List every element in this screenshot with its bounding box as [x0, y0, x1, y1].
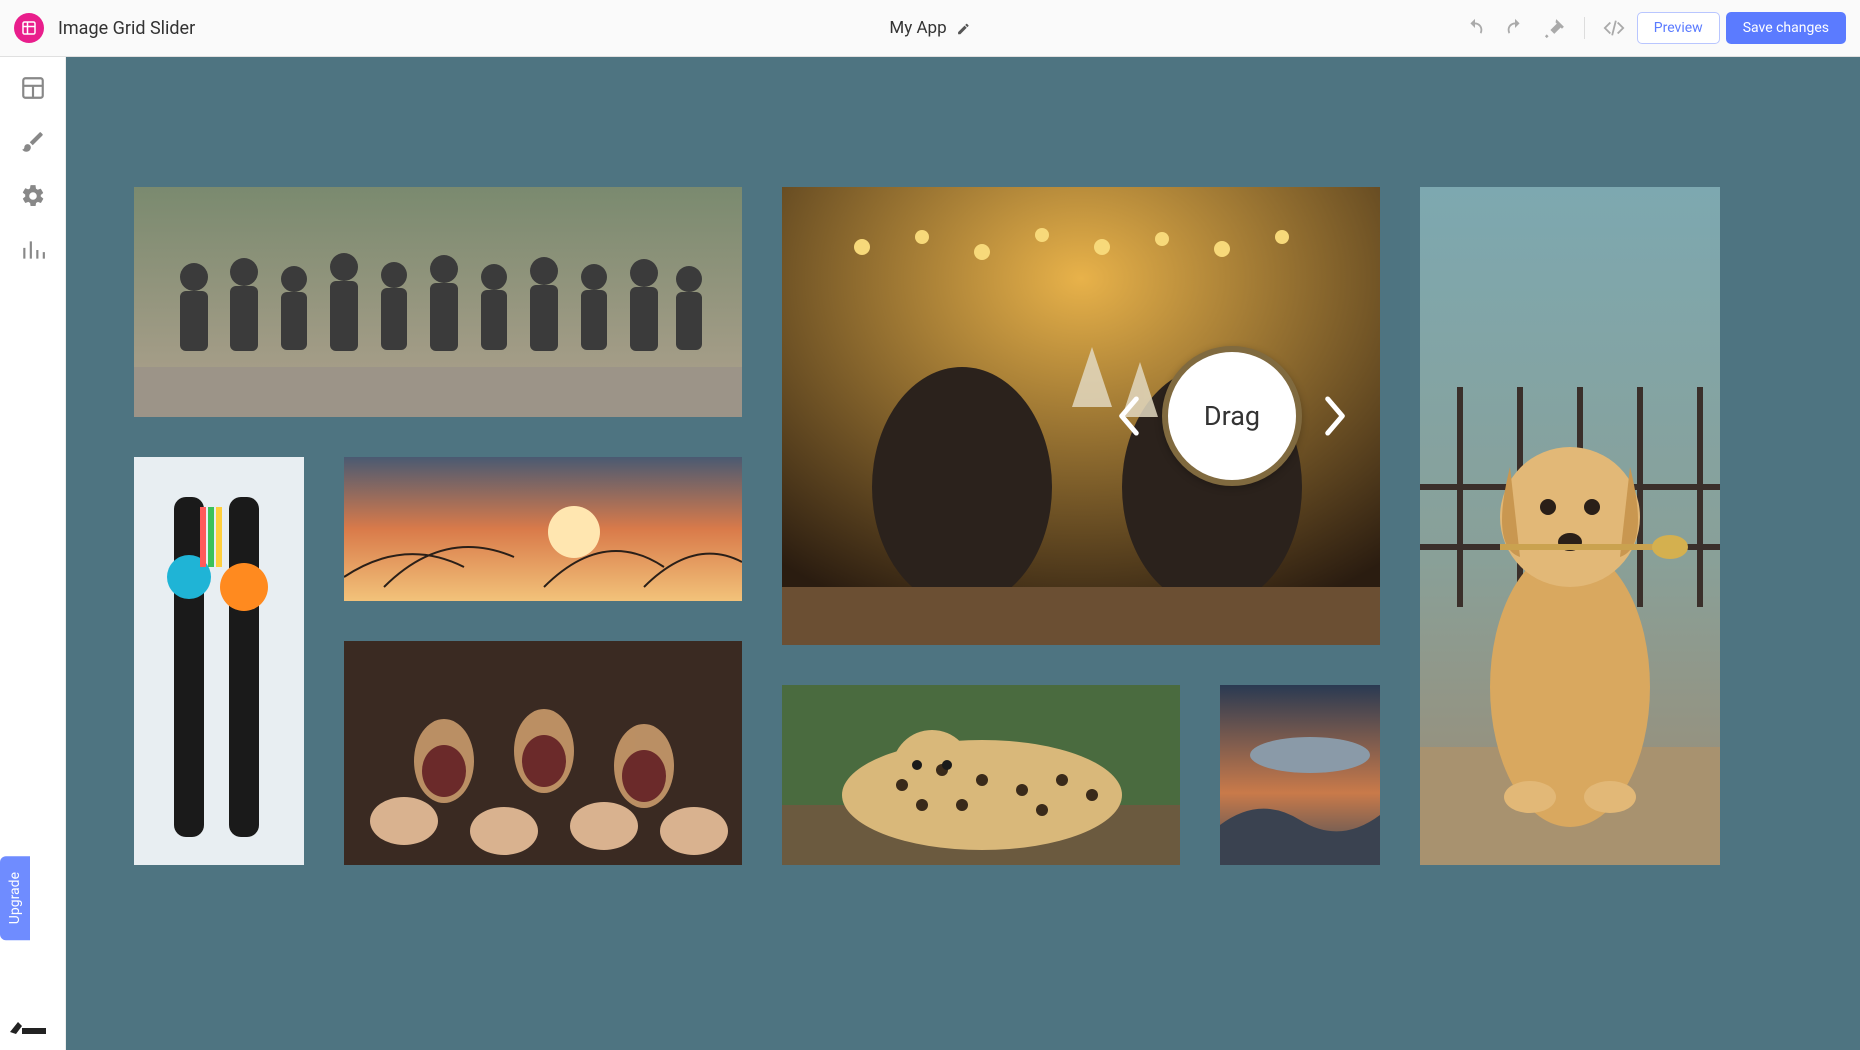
- app-name-wrap: My App: [889, 18, 970, 38]
- preview-button[interactable]: Preview: [1637, 12, 1720, 44]
- redo-icon[interactable]: [1498, 11, 1532, 45]
- grid-column-a: [134, 187, 742, 865]
- image-leopard[interactable]: [782, 685, 1180, 865]
- image-dinner-party[interactable]: Drag: [782, 187, 1380, 645]
- layout-icon[interactable]: [20, 75, 46, 101]
- topbar-actions: Preview Save changes: [1458, 11, 1846, 45]
- code-icon[interactable]: [1597, 11, 1631, 45]
- page-title: Image Grid Slider: [58, 18, 195, 39]
- app-name: My App: [889, 18, 946, 38]
- analytics-icon[interactable]: [20, 237, 46, 263]
- divider: [1584, 17, 1585, 39]
- image-group-photo[interactable]: [134, 187, 742, 417]
- chevron-left-icon[interactable]: [1114, 394, 1144, 438]
- hammer-icon[interactable]: [1538, 11, 1572, 45]
- canvas-area: Drag: [66, 57, 1860, 1050]
- image-skis-goggles[interactable]: [134, 457, 304, 865]
- brush-icon[interactable]: [20, 129, 46, 155]
- slider-drag-control[interactable]: Drag: [1114, 346, 1350, 486]
- image-sunset-branches[interactable]: [344, 457, 742, 601]
- chevron-right-icon[interactable]: [1320, 394, 1350, 438]
- gear-icon[interactable]: [20, 183, 46, 209]
- drag-handle[interactable]: Drag: [1162, 346, 1302, 486]
- image-wine-toast[interactable]: [344, 641, 742, 865]
- undo-icon[interactable]: [1458, 11, 1492, 45]
- image-grid: Drag: [134, 187, 1802, 865]
- grid-column-b: Drag: [782, 187, 1380, 865]
- topbar: Image Grid Slider My App Preview Save ch…: [0, 0, 1860, 57]
- brand-logo[interactable]: [14, 13, 44, 43]
- edit-app-name-icon[interactable]: [957, 21, 971, 35]
- image-golden-retriever[interactable]: [1420, 187, 1720, 865]
- corner-mascot-icon[interactable]: [8, 1010, 48, 1036]
- upgrade-button[interactable]: Upgrade: [0, 856, 30, 940]
- drag-label: Drag: [1204, 400, 1260, 432]
- image-airplane-sunset[interactable]: [1220, 685, 1380, 865]
- save-changes-button[interactable]: Save changes: [1726, 12, 1846, 44]
